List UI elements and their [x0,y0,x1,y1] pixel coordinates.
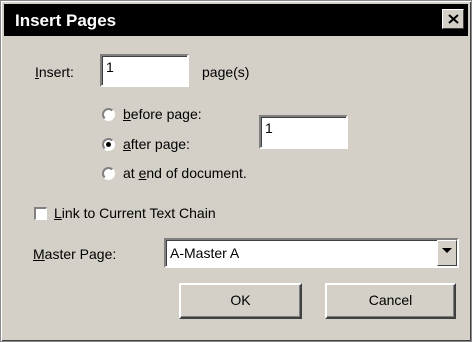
chevron-down-icon [442,248,452,253]
insert-pages-dialog: Insert Pages Insert: 1 page(s) before pa… [0,0,472,342]
dropdown-button[interactable] [437,240,457,266]
master-page-value: A-Master A [170,245,240,261]
master-page-select[interactable]: A-Master A [164,238,459,268]
insert-label: Insert: [35,64,74,80]
ok-button[interactable]: OK [179,283,302,319]
link-text-chain-label: Link to Current Text Chain [54,205,216,221]
end-of-document-radio[interactable] [102,167,115,180]
end-of-document-label: at end of document. [123,165,247,181]
radio-selected-dot [106,142,111,147]
cancel-button[interactable]: Cancel [325,283,456,319]
window-title: Insert Pages [15,11,117,30]
before-page-radio[interactable] [102,108,115,121]
insert-count-input[interactable]: 1 [100,54,189,87]
after-page-radio[interactable] [102,138,115,151]
close-button[interactable] [442,9,464,29]
pages-unit-label: page(s) [202,64,250,80]
master-page-label: Master Page: [33,246,117,262]
link-text-chain-checkbox[interactable] [34,207,47,220]
title-bar: Insert Pages [4,4,468,36]
page-number-input[interactable]: 1 [259,115,348,149]
before-page-label: before page: [123,106,202,122]
close-icon [448,14,459,24]
after-page-label: after page: [123,136,190,152]
